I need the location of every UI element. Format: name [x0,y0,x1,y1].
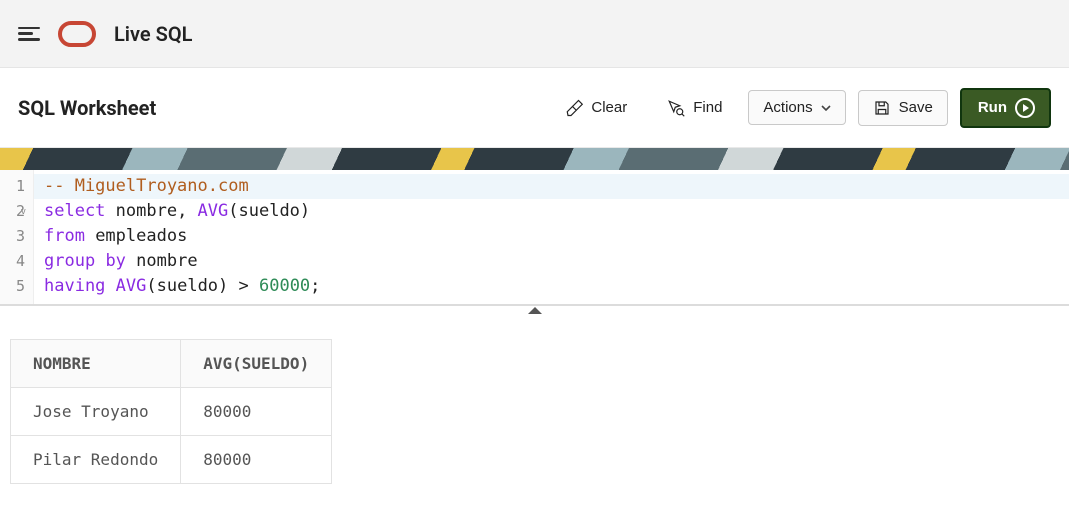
app-title: Live SQL [114,22,192,46]
menu-icon[interactable] [18,27,40,41]
page-title: SQL Worksheet [18,96,156,120]
results-table: NOMBREAVG(SUELDO) Jose Troyano80000Pilar… [10,339,332,484]
save-button[interactable]: Save [858,90,948,126]
actions-dropdown[interactable]: Actions [748,90,845,125]
find-button[interactable]: Find [653,91,736,125]
splitter-handle-icon[interactable] [520,306,550,314]
column-header: AVG(SUELDO) [181,340,332,388]
clear-label: Clear [591,99,627,116]
run-button[interactable]: Run [960,88,1051,128]
app-topbar: Live SQL [0,0,1069,68]
column-header: NOMBRE [11,340,181,388]
sql-editor[interactable]: 12v345 -- MiguelTroyano.comselect nombre… [0,170,1069,305]
actions-label: Actions [763,99,812,116]
save-label: Save [899,99,933,116]
results-pane: NOMBREAVG(SUELDO) Jose Troyano80000Pilar… [0,319,1069,504]
clear-button[interactable]: Clear [551,91,641,125]
table-cell: Jose Troyano [11,388,181,436]
table-row: Pilar Redondo80000 [11,436,332,484]
table-cell: Pilar Redondo [11,436,181,484]
editor-gutter: 12v345 [0,170,34,304]
play-icon [1015,98,1035,118]
results-header-row: NOMBREAVG(SUELDO) [11,340,332,388]
table-cell: 80000 [181,388,332,436]
cursor-search-icon [667,99,685,117]
oracle-logo-icon [58,21,96,47]
splitter[interactable] [0,305,1069,319]
find-label: Find [693,99,722,116]
decorative-strip [0,148,1069,170]
page-toolbar: SQL Worksheet Clear Find Actions Save Ru… [0,68,1069,148]
table-cell: 80000 [181,436,332,484]
table-row: Jose Troyano80000 [11,388,332,436]
save-icon [873,99,891,117]
eraser-icon [565,99,583,117]
run-label: Run [978,99,1007,116]
editor-code[interactable]: -- MiguelTroyano.comselect nombre, AVG(s… [34,170,1069,304]
chevron-down-icon [821,105,831,111]
